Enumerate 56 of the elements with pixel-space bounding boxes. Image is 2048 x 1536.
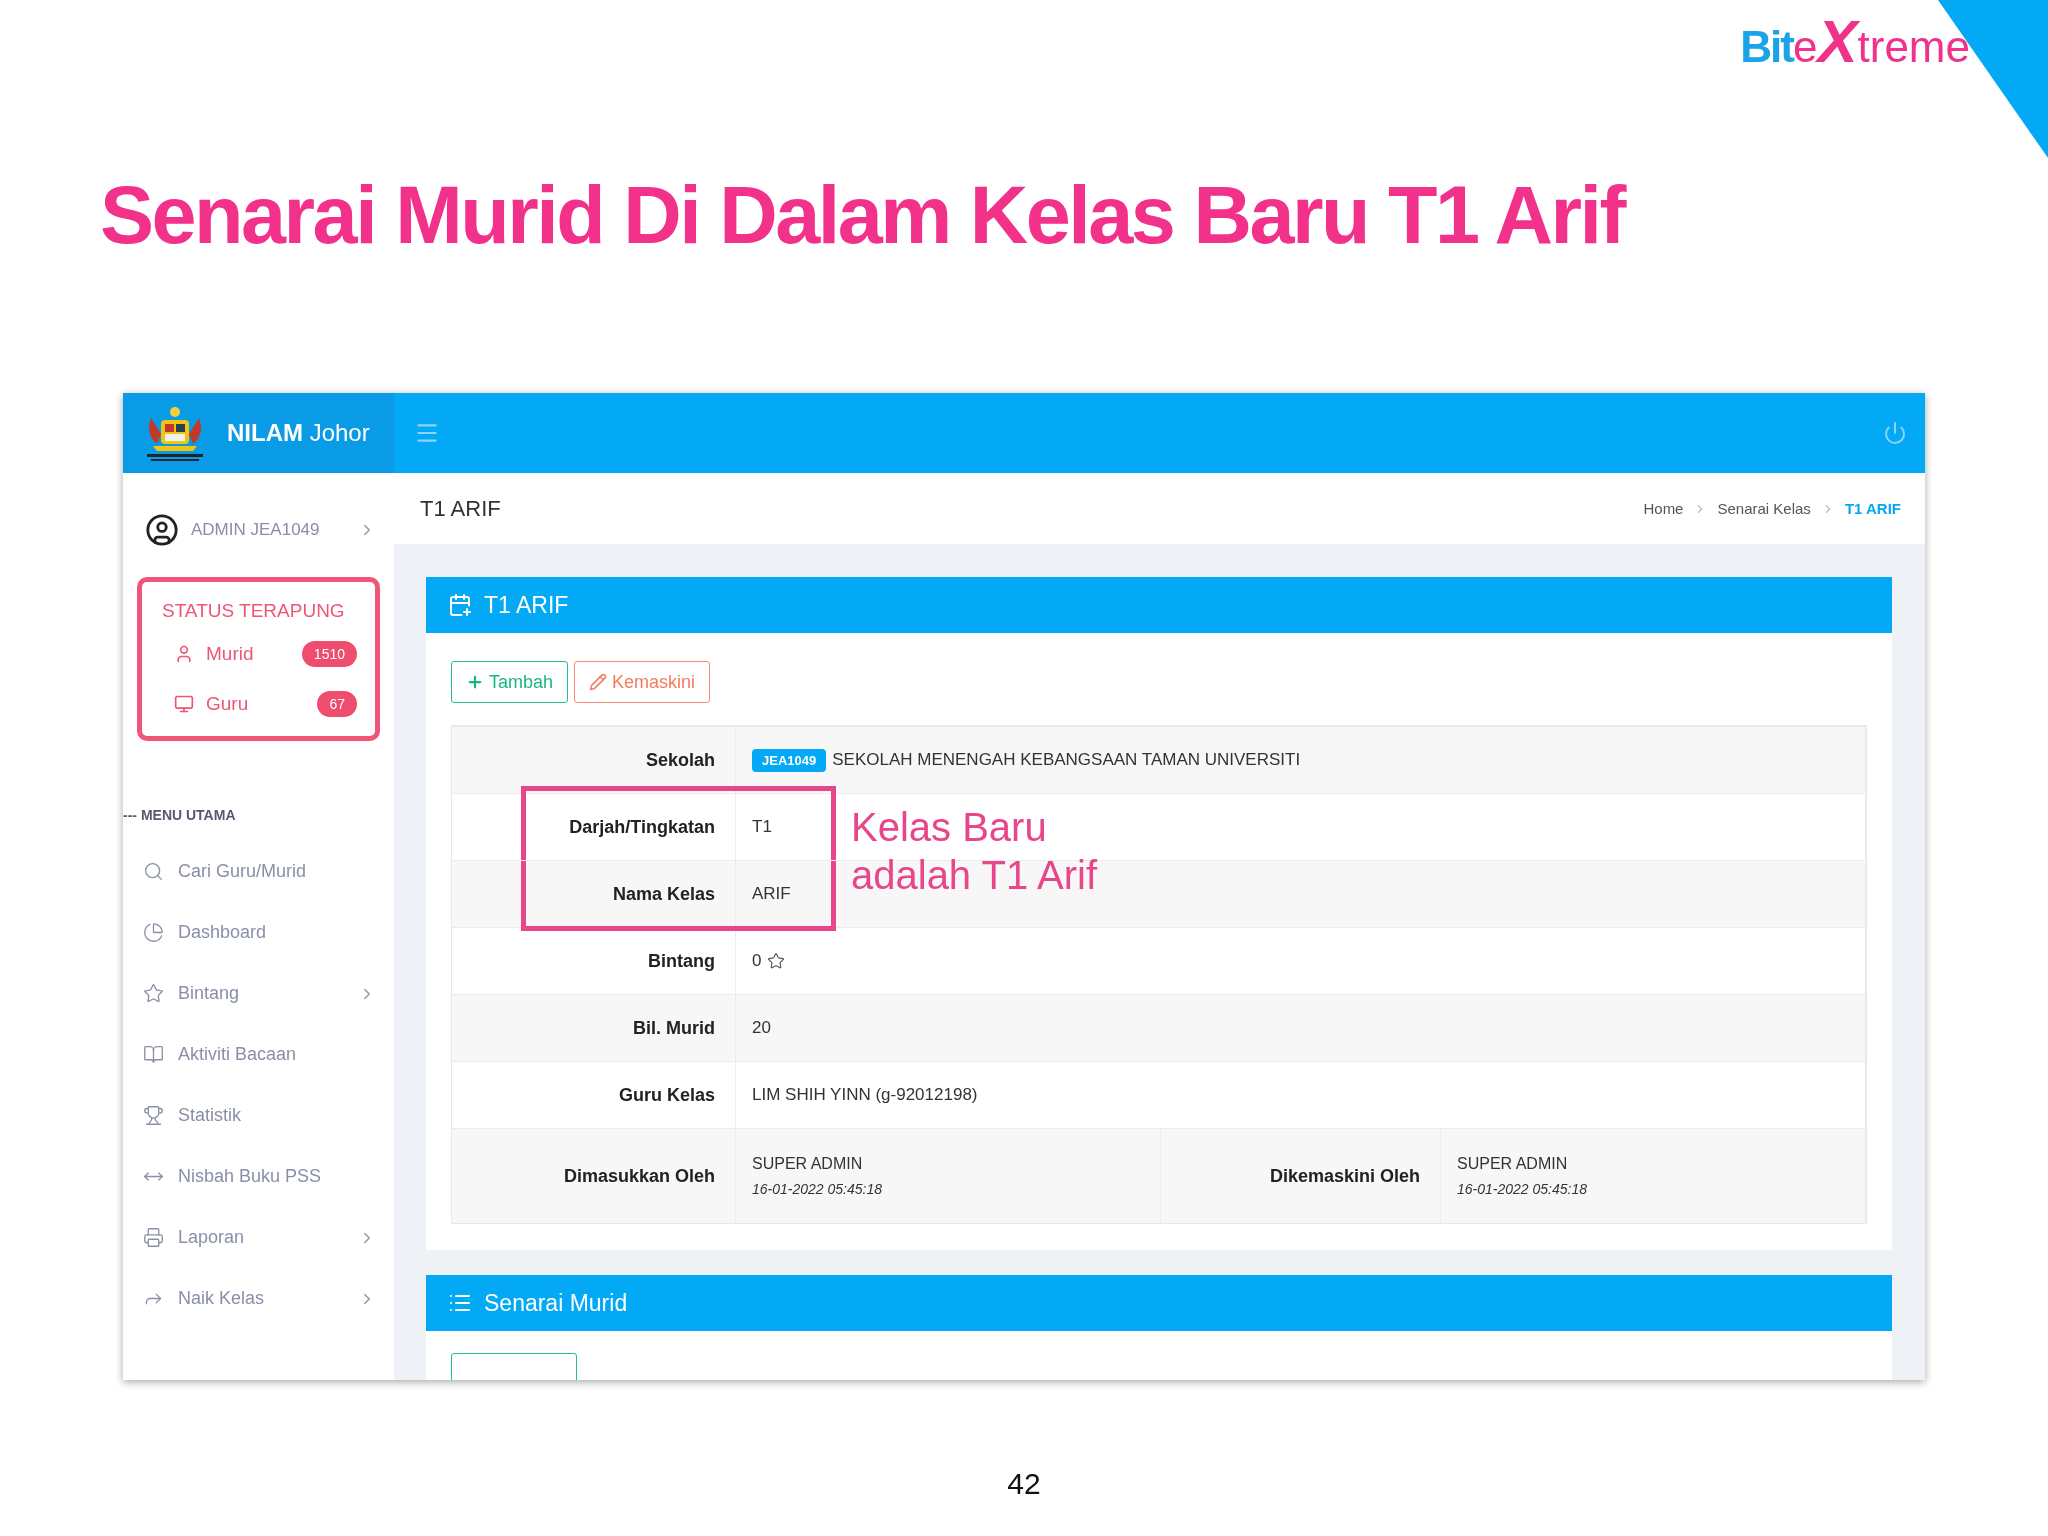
app-brand: NILAM Johor [227, 419, 370, 447]
search-icon [143, 861, 164, 882]
school-code-badge: JEA1049 [752, 748, 827, 772]
add-button[interactable]: Tambah [451, 661, 569, 703]
field-value: SEKOLAH MENENGAH KEBANGSAAN TAMAN UNIVERSITI [832, 750, 1301, 770]
menu-item[interactable]: Cari Guru/Murid [123, 841, 394, 902]
star-icon [767, 952, 786, 970]
breadcrumb-link[interactable]: T1 ARIF [1844, 500, 1901, 517]
page-title: T1 ARIF [420, 495, 501, 522]
timestamp: 16-01-2022 05:45:18 [752, 1181, 883, 1197]
field-value: SUPER ADMIN [1457, 1155, 1569, 1173]
power-icon[interactable] [1883, 421, 1907, 445]
pencil-icon [589, 673, 608, 691]
field-label: Dimasukkan Oleh [452, 1129, 736, 1223]
printer-icon [143, 1227, 164, 1248]
status-title: STATUS TERAPUNG [162, 600, 346, 622]
card-title: Senarai Murid [484, 1289, 628, 1317]
timestamp: 16-01-2022 05:45:18 [1457, 1181, 1588, 1197]
pie-chart-icon [143, 922, 164, 943]
status-label[interactable]: Murid [206, 643, 290, 665]
field-label: Dikemaskini Oleh [1161, 1129, 1441, 1223]
annotation-text: Kelas Baru [851, 804, 1048, 851]
count-badge: 67 [317, 691, 357, 717]
menu-item[interactable]: Naik Kelas [123, 1268, 394, 1329]
field-value: 0 [752, 951, 762, 971]
calendar-icon [448, 593, 472, 617]
breadcrumb-link[interactable]: Home [1643, 500, 1684, 517]
field-value: T1 [752, 817, 772, 837]
slide-title: Senarai Murid Di Dalam Kelas Baru T1 Arif [100, 169, 1624, 262]
menu-heading: --- MENU UTAMA [123, 807, 237, 823]
edit-button[interactable]: Kemaskini [574, 661, 711, 703]
monitor-icon [174, 694, 194, 714]
user-name[interactable]: ADMIN JEA1049 [191, 520, 346, 540]
menu-item[interactable]: Bintang [123, 963, 394, 1024]
brand-logo: BiteXtreme [1740, 12, 1970, 77]
page-number: 42 [1007, 1467, 1041, 1501]
menu-item[interactable]: Nisbah Buku PSS [123, 1146, 394, 1207]
field-value: LIM SHIH YINN (g-92012198) [752, 1085, 978, 1105]
trophy-icon [143, 1105, 164, 1126]
plus-icon [466, 673, 484, 691]
annotation-text: adalah T1 Arif [851, 852, 1098, 899]
field-value: ARIF [752, 884, 791, 904]
menu-item[interactable]: Statistik [123, 1085, 394, 1146]
field-value: 20 [752, 1018, 771, 1038]
menu-item[interactable]: Aktiviti Bacaan [123, 1024, 394, 1085]
breadcrumb-link[interactable]: Senarai Kelas [1717, 500, 1811, 517]
status-label[interactable]: Guru [206, 693, 306, 715]
count-badge: 1510 [301, 641, 357, 667]
book-icon [143, 1044, 164, 1065]
star-icon [143, 983, 164, 1004]
card-title: T1 ARIF [484, 591, 569, 619]
person-icon [174, 644, 194, 664]
user-avatar-icon [145, 513, 179, 547]
menu-item[interactable]: Dashboard [123, 902, 394, 963]
field-value: SUPER ADMIN [752, 1155, 864, 1173]
menu-item[interactable]: Laporan [123, 1207, 394, 1268]
